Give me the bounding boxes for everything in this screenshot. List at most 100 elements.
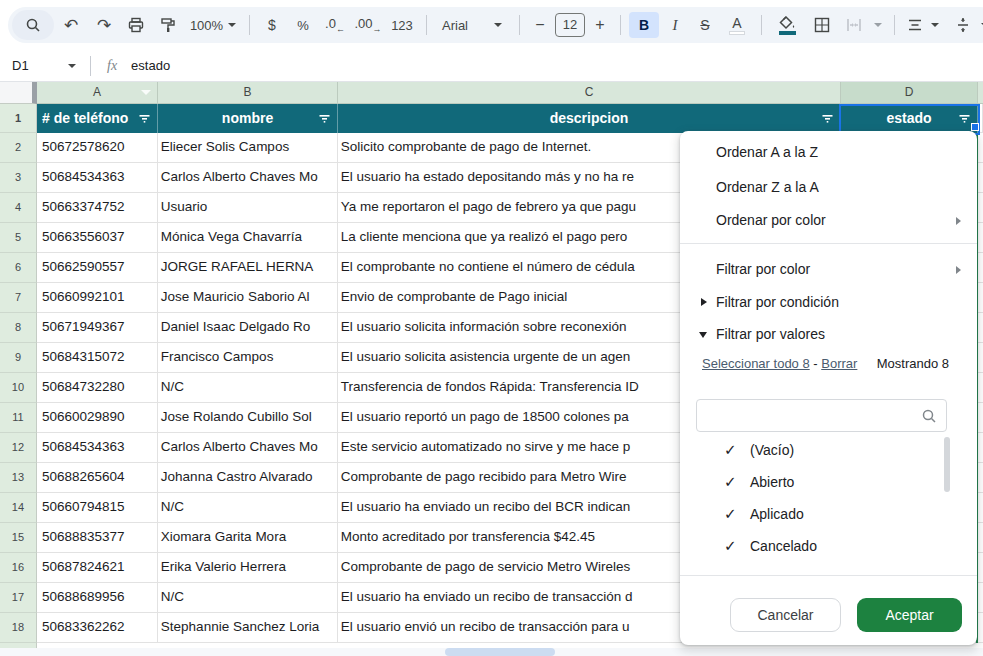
row-number[interactable]: 10	[0, 373, 37, 403]
cell[interactable]: N/C	[158, 583, 338, 613]
bold-button[interactable]: B	[628, 10, 660, 40]
vertical-align-dropdown[interactable]	[978, 10, 983, 40]
column-header-b[interactable]: B	[158, 82, 338, 104]
cell[interactable]: Erika Valerio Herrera	[158, 553, 338, 583]
cell[interactable]: JORGE RAFAEL HERNA	[158, 253, 338, 283]
column-header-e[interactable]	[978, 82, 983, 104]
menu-item-filter-values[interactable]: Filtrar por valores	[680, 318, 977, 350]
print-button[interactable]	[120, 10, 152, 40]
cell[interactable]: 50660029890	[37, 403, 158, 433]
menu-item-sort-az[interactable]: Ordenar A a la Z	[680, 136, 977, 168]
paint-format-button[interactable]	[152, 10, 184, 40]
row-number[interactable]: 14	[0, 493, 37, 523]
fill-handle[interactable]	[971, 123, 979, 131]
filter-value-item[interactable]: ✓Abierto	[680, 466, 940, 498]
cell[interactable]: 50688689956	[37, 583, 158, 613]
row-number[interactable]: 7	[0, 283, 37, 313]
row-number[interactable]: 2	[0, 133, 37, 163]
cell[interactable]: 50672578620	[37, 133, 158, 163]
undo-button[interactable]: ↶	[54, 10, 88, 40]
borders-button[interactable]	[805, 10, 839, 40]
filter-search-input[interactable]	[696, 399, 947, 432]
vertical-align-button[interactable]	[948, 10, 978, 40]
select-all-link[interactable]: Seleccionar todo 8	[702, 356, 810, 371]
row-number[interactable]: 12	[0, 433, 37, 463]
row-number[interactable]: 8	[0, 313, 37, 343]
cell[interactable]: 50662590557	[37, 253, 158, 283]
cell[interactable]: 50683362262	[37, 613, 158, 643]
decrease-decimal-button[interactable]: .0←	[319, 10, 351, 40]
cell[interactable]: N/C	[158, 493, 338, 523]
italic-button[interactable]: I	[660, 10, 690, 40]
cell[interactable]: Mónica Vega Chavarría	[158, 223, 338, 253]
cell[interactable]: Jose Rolando Cubillo Sol	[158, 403, 338, 433]
increase-font-size-button[interactable]: +	[587, 10, 613, 40]
row-number[interactable]: 11	[0, 403, 37, 433]
clear-link[interactable]: Borrar	[821, 356, 857, 371]
cell[interactable]: 50663556037	[37, 223, 158, 253]
font-size-input[interactable]: 12	[553, 10, 587, 40]
search-button[interactable]	[12, 10, 54, 40]
filter-icon[interactable]	[319, 113, 330, 124]
cell[interactable]: Xiomara Garita Mora	[158, 523, 338, 553]
fill-color-button[interactable]	[769, 10, 805, 40]
redo-button[interactable]: ↷	[88, 10, 120, 40]
cell[interactable]: 50684534363	[37, 163, 158, 193]
row-number[interactable]: 5	[0, 223, 37, 253]
row-number[interactable]: 9	[0, 343, 37, 373]
cell[interactable]: 50671949367	[37, 313, 158, 343]
filter-icon[interactable]	[139, 113, 150, 124]
cell[interactable]: Usuario	[158, 193, 338, 223]
format-currency-button[interactable]: $	[257, 10, 287, 40]
row-number[interactable]: 16	[0, 553, 37, 583]
header-cell-estado[interactable]: estado	[841, 104, 978, 133]
font-select[interactable]: Arial	[434, 10, 512, 40]
cell[interactable]: Jose Mauricio Saborio Al	[158, 283, 338, 313]
decrease-font-size-button[interactable]: −	[527, 10, 553, 40]
row-number[interactable]: 3	[0, 163, 37, 193]
menu-item-sort-color[interactable]: Ordenar por color	[680, 204, 977, 236]
name-box-dropdown-icon[interactable]	[68, 64, 76, 68]
cell[interactable]: 50684315072	[37, 343, 158, 373]
cell[interactable]: 50688265604	[37, 463, 158, 493]
text-color-button[interactable]: A	[720, 10, 754, 40]
select-all-corner[interactable]	[0, 82, 37, 104]
header-cell-telefono[interactable]: # de teléfono	[37, 104, 158, 133]
cell[interactable]: 50663374752	[37, 193, 158, 223]
zoom-select[interactable]: 100%	[184, 10, 242, 40]
menu-item-filter-color[interactable]: Filtrar por color	[680, 253, 977, 285]
name-box[interactable]: D1	[0, 58, 68, 73]
cell[interactable]: 50684732280	[37, 373, 158, 403]
column-header-d[interactable]: D	[841, 82, 978, 104]
row-number[interactable]: 6	[0, 253, 37, 283]
filter-value-item[interactable]: ✓Aplicado	[680, 498, 940, 530]
increase-decimal-button[interactable]: .00→	[351, 10, 385, 40]
horizontal-align-dropdown[interactable]	[928, 10, 942, 40]
formula-input[interactable]: estado	[131, 58, 170, 73]
row-number[interactable]: 13	[0, 463, 37, 493]
cell[interactable]: Francisco Campos	[158, 343, 338, 373]
horizontal-align-button[interactable]	[902, 10, 928, 40]
cell[interactable]: Stephannie Sanchez Loria	[158, 613, 338, 643]
scrollbar-thumb[interactable]	[944, 437, 950, 492]
cell[interactable]: 50688835377	[37, 523, 158, 553]
header-cell-descripcion[interactable]: descripcion	[338, 104, 841, 133]
cell[interactable]: Carlos Alberto Chaves Mo	[158, 163, 338, 193]
cell[interactable]: 50687824621	[37, 553, 158, 583]
merge-cells-button[interactable]	[839, 10, 869, 40]
row-number[interactable]: 1	[0, 104, 37, 133]
cell[interactable]: 50660992101	[37, 283, 158, 313]
horizontal-scrollbar-thumb[interactable]	[445, 648, 555, 656]
cancel-button[interactable]: Cancelar	[730, 598, 841, 632]
number-format-button[interactable]: 123	[385, 10, 419, 40]
row-number[interactable]: 18	[0, 613, 37, 643]
column-header-c[interactable]: C	[338, 82, 841, 104]
format-percent-button[interactable]: %	[287, 10, 319, 40]
filter-icon[interactable]	[822, 113, 833, 124]
column-menu-icon[interactable]	[141, 90, 151, 95]
filter-value-item[interactable]: ✓Cancelado	[680, 530, 940, 562]
row-number[interactable]: 15	[0, 523, 37, 553]
cell[interactable]: Johanna Castro Alvarado	[158, 463, 338, 493]
menu-item-filter-condition[interactable]: Filtrar por condición	[680, 286, 977, 318]
cell[interactable]: N/C	[158, 373, 338, 403]
